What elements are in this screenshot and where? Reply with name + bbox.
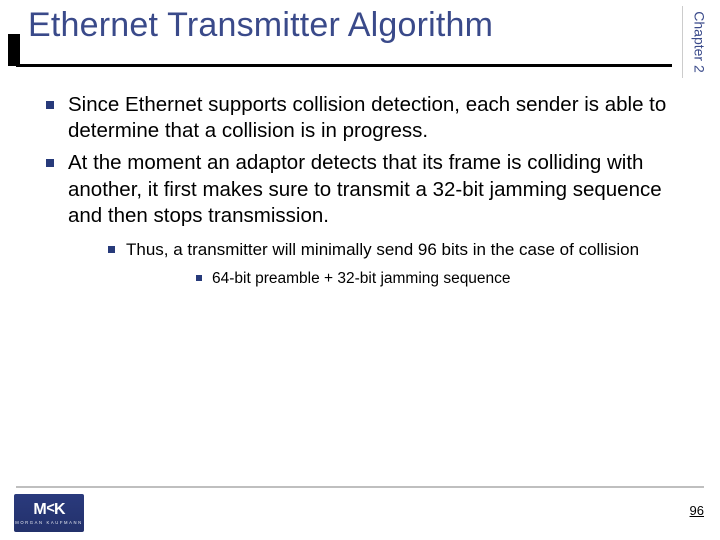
content-area: Since Ethernet supports collision detect…	[40, 92, 680, 470]
title-accent-bar	[8, 34, 20, 66]
publisher-logo: M<K MORGAN KAUFMANN	[14, 494, 84, 532]
bullet-text: Since Ethernet supports collision detect…	[68, 93, 666, 142]
page-number: 96	[690, 503, 704, 518]
bullet-list-level3: 64-bit preamble + 32-bit jamming sequenc…	[126, 269, 680, 289]
list-item: At the moment an adaptor detects that it…	[40, 150, 680, 289]
bullet-text: Thus, a transmitter will minimally send …	[126, 240, 639, 259]
bullet-list-level2: Thus, a transmitter will minimally send …	[68, 239, 680, 289]
footer-divider	[16, 486, 704, 488]
logo-subtext: MORGAN KAUFMANN	[15, 520, 83, 525]
bullet-list-level1: Since Ethernet supports collision detect…	[40, 92, 680, 289]
chapter-label: Chapter 2	[692, 11, 708, 72]
list-item: 64-bit preamble + 32-bit jamming sequenc…	[126, 269, 680, 289]
bullet-text: 64-bit preamble + 32-bit jamming sequenc…	[212, 270, 511, 287]
slide: Ethernet Transmitter Algorithm Chapter 2…	[0, 0, 720, 540]
logo-mark: M<K	[33, 502, 64, 518]
title-area: Ethernet Transmitter Algorithm	[28, 6, 672, 51]
slide-title: Ethernet Transmitter Algorithm	[28, 6, 672, 51]
bullet-text: At the moment an adaptor detects that it…	[68, 151, 662, 226]
chapter-tab: Chapter 2	[682, 6, 716, 78]
list-item: Since Ethernet supports collision detect…	[40, 92, 680, 144]
title-underline	[16, 64, 672, 67]
list-item: Thus, a transmitter will minimally send …	[68, 239, 680, 289]
